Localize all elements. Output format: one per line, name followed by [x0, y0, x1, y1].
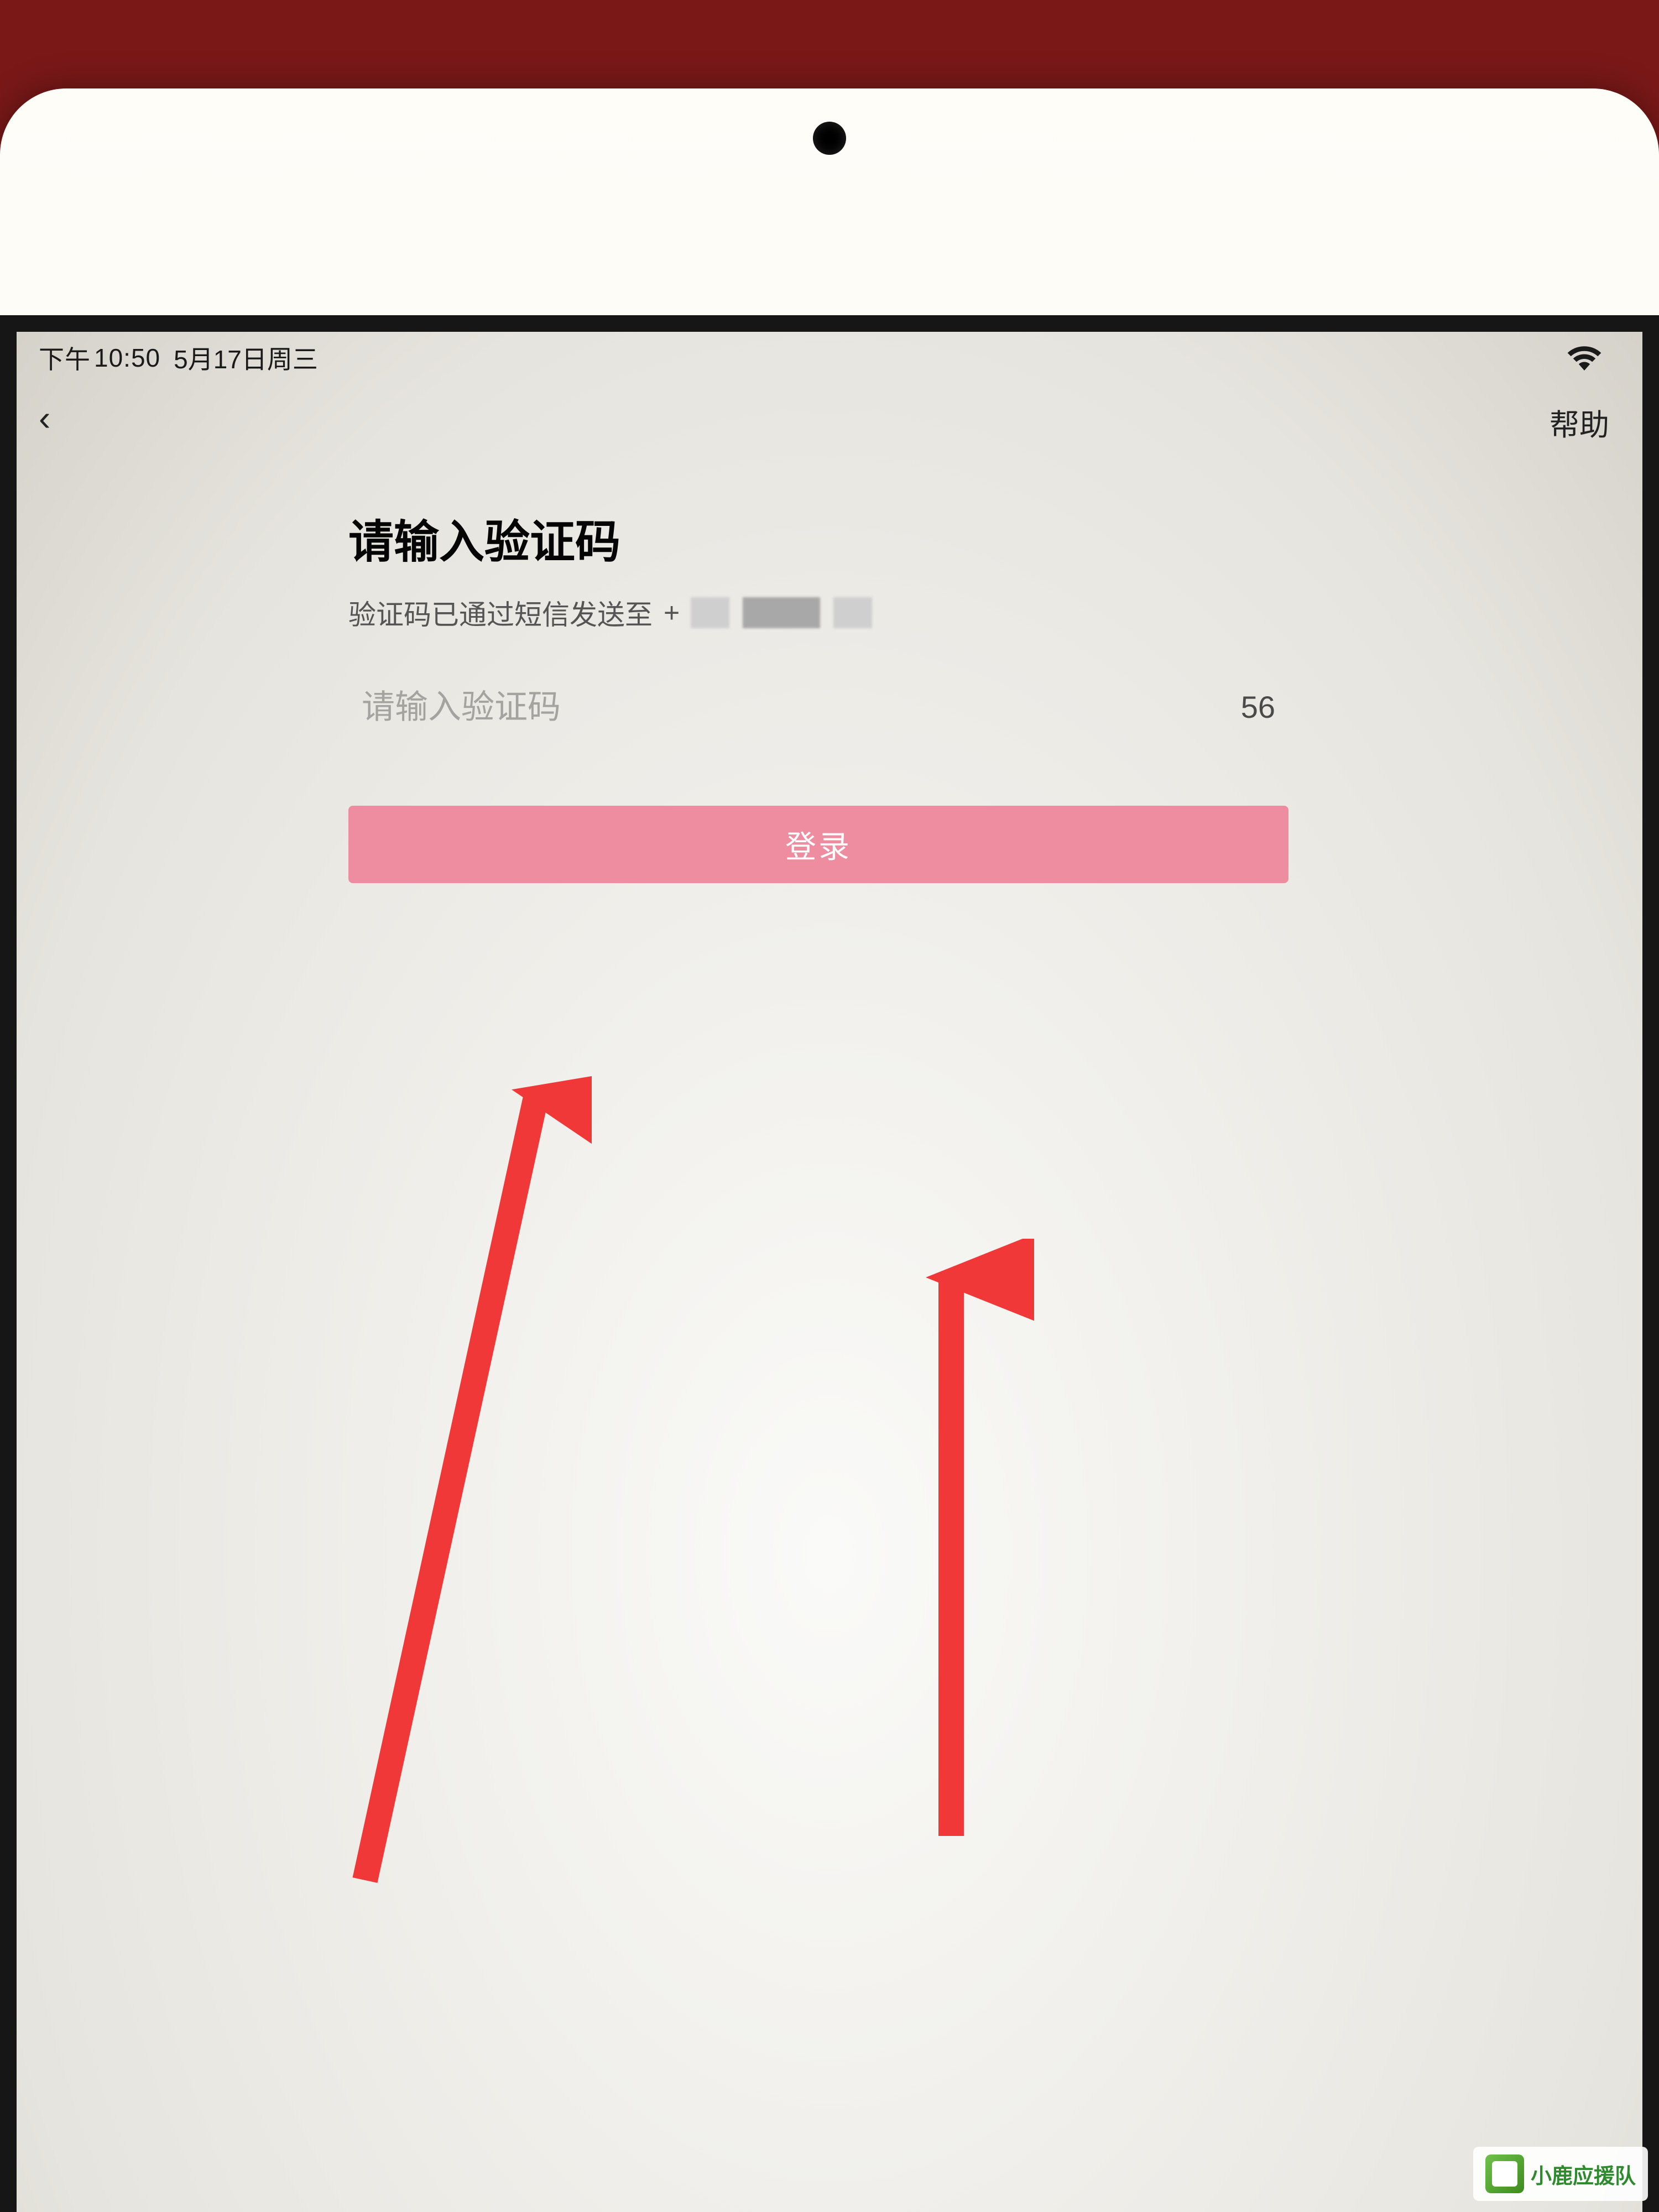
status-date: 5月17日周三 [174, 340, 318, 376]
status-time-prefix: 下午 [39, 340, 91, 376]
status-bar: 下午 10:50 5月17日周三 [17, 332, 1642, 384]
code-input-row: 56 [348, 688, 1288, 739]
watermark-text: 小鹿应援队 [1531, 2159, 1636, 2189]
redacted-phone-number [691, 597, 872, 628]
annotation-arrow-icon [304, 1051, 592, 1902]
front-camera [813, 122, 846, 155]
watermark-logo-icon [1485, 2154, 1524, 2193]
annotation-arrow-icon [868, 1239, 1034, 1858]
wifi-icon [1565, 342, 1604, 377]
screen: 下午 10:50 5月17日周三 ‹ 帮助 请输入验证码 验证码已通过短信发送至… [0, 315, 1659, 2212]
back-button[interactable]: ‹ [39, 400, 50, 444]
login-button[interactable]: 登录 [348, 806, 1288, 883]
page-title: 请输入验证码 [348, 505, 1288, 571]
verification-form: 请输入验证码 验证码已通过短信发送至 + 56 登录 [17, 450, 1642, 883]
nav-bar: ‹ 帮助 [17, 384, 1642, 450]
resend-countdown: 56 [1241, 689, 1275, 725]
phone-prefix: + [664, 597, 680, 629]
verification-code-input[interactable] [362, 688, 1001, 726]
help-link[interactable]: 帮助 [1550, 400, 1609, 444]
subtitle-row: 验证码已通过短信发送至 + [348, 593, 1288, 633]
status-time: 10:50 [94, 343, 160, 373]
subtitle-text: 验证码已通过短信发送至 [348, 593, 653, 633]
watermark: 小鹿应援队 [1473, 2147, 1648, 2201]
